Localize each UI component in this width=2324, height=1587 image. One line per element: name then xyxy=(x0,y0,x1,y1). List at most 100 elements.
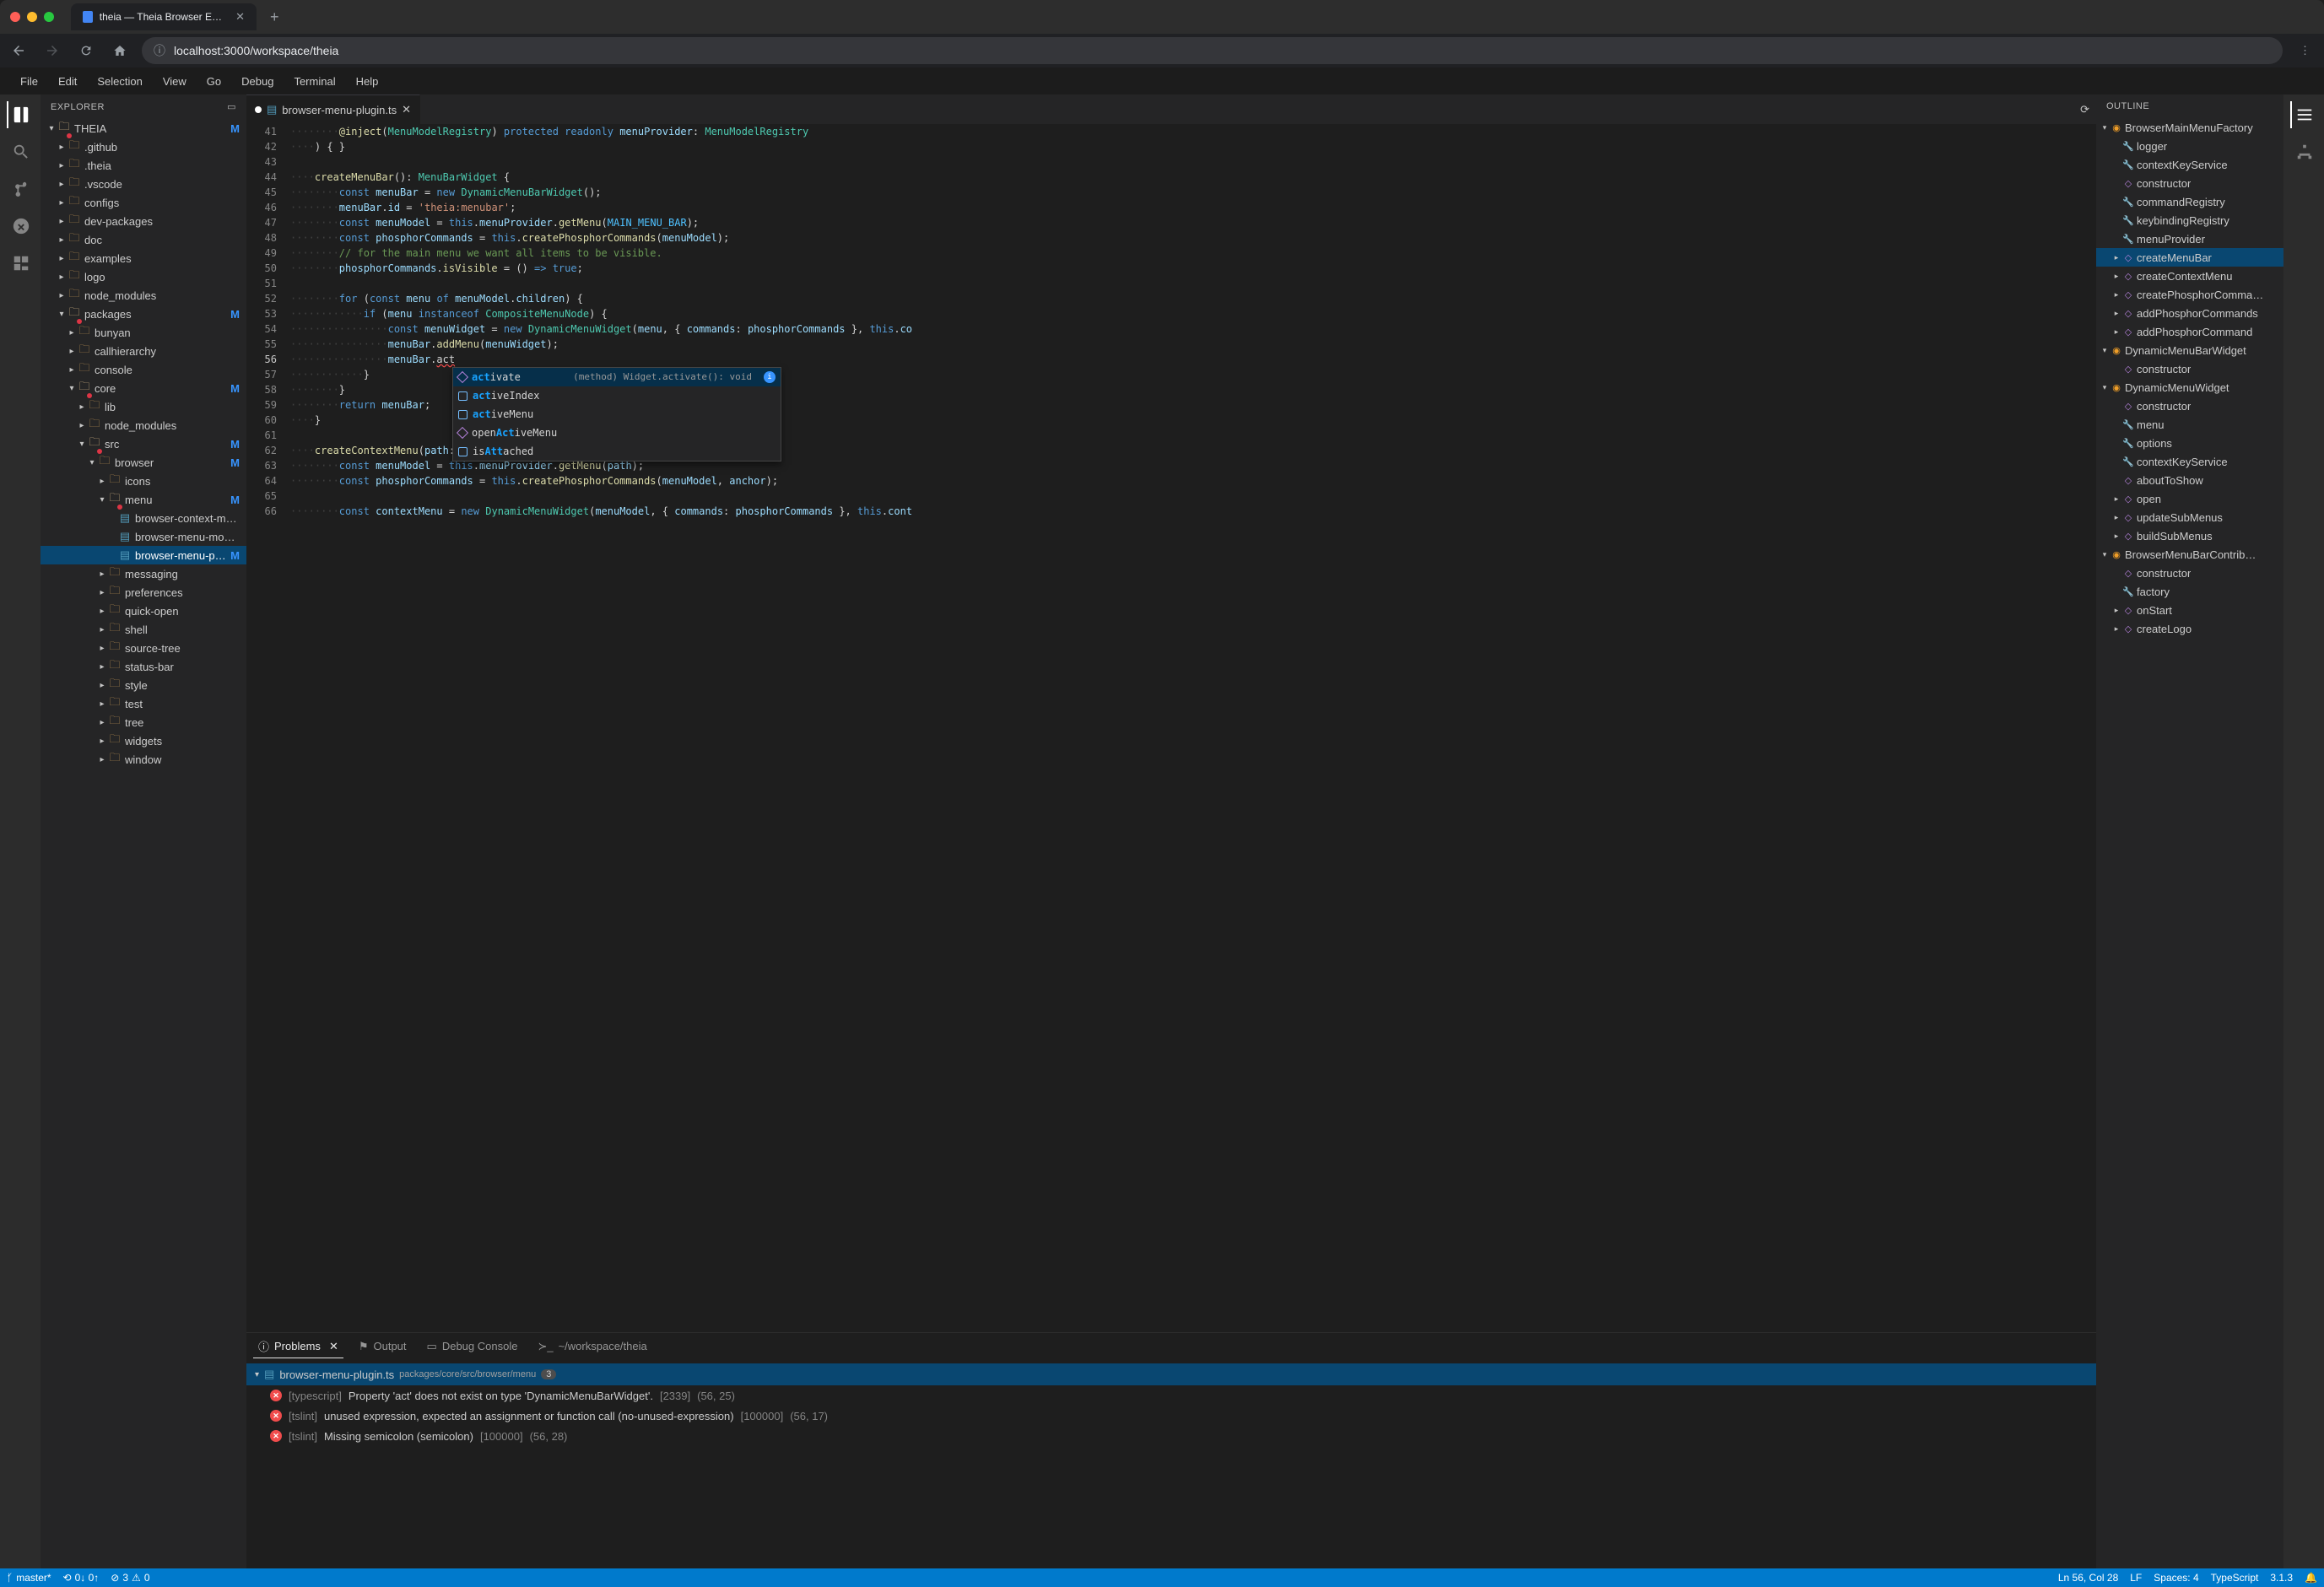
autocomplete-item[interactable]: openActiveMenu xyxy=(453,424,781,442)
editor-body[interactable]: 4142434445464748495051525354555657585960… xyxy=(246,124,2096,1332)
outline-item[interactable]: ▸◇updateSubMenus xyxy=(2096,508,2283,526)
tab-close-icon[interactable]: ✕ xyxy=(235,10,245,24)
url-input[interactable]: ⓘ localhost:3000/workspace/theia xyxy=(142,37,2283,64)
outline-item[interactable]: 🔧logger xyxy=(2096,137,2283,155)
editor-tab[interactable]: ▤ browser-menu-plugin.ts ✕ xyxy=(246,94,420,124)
tree-folder[interactable]: ▸🗀icons xyxy=(41,472,246,490)
outline-item[interactable]: ▸◇buildSubMenus xyxy=(2096,526,2283,545)
menu-view[interactable]: View xyxy=(153,70,197,93)
tree-folder[interactable]: ▸🗀dev-packages xyxy=(41,212,246,230)
menu-file[interactable]: File xyxy=(10,70,48,93)
outline-item[interactable]: 🔧contextKeyService xyxy=(2096,452,2283,471)
tree-folder[interactable]: ▸🗀callhierarchy xyxy=(41,342,246,360)
tree-folder[interactable]: ▸🗀tree xyxy=(41,713,246,731)
terminal-tab[interactable]: ≻_ ~/workspace/theia xyxy=(532,1336,651,1358)
tree-folder[interactable]: ▸🗀window xyxy=(41,750,246,769)
tree-folder[interactable]: ▸🗀shell xyxy=(41,620,246,639)
menu-edit[interactable]: Edit xyxy=(48,70,87,93)
outline-item[interactable]: ▸◇createLogo xyxy=(2096,619,2283,638)
extensions-icon[interactable] xyxy=(7,250,34,277)
hierarchy-icon[interactable] xyxy=(2290,138,2317,165)
outline-item[interactable]: ▸◇onStart xyxy=(2096,601,2283,619)
version[interactable]: 3.1.3 xyxy=(2270,1572,2293,1584)
outline-item[interactable]: ◇constructor xyxy=(2096,174,2283,192)
tree-folder[interactable]: ▸🗀widgets xyxy=(41,731,246,750)
debug-console-tab[interactable]: ▭ Debug Console xyxy=(422,1336,523,1358)
forward-button[interactable] xyxy=(41,39,64,62)
window-minimize-icon[interactable] xyxy=(27,12,37,22)
tree-folder[interactable]: ▸🗀examples xyxy=(41,249,246,267)
debug-icon[interactable] xyxy=(7,213,34,240)
reload-button[interactable] xyxy=(74,39,98,62)
window-maximize-icon[interactable] xyxy=(44,12,54,22)
outline-item[interactable]: ▾◉DynamicMenuWidget xyxy=(2096,378,2283,397)
autocomplete-item[interactable]: activate(method) Widget.activate(): void… xyxy=(453,368,781,386)
tree-folder[interactable]: ▾🗀packagesM xyxy=(41,305,246,323)
tree-folder[interactable]: ▾🗀srcM xyxy=(41,435,246,453)
tree-folder[interactable]: ▸🗀.theia xyxy=(41,156,246,175)
outline-item[interactable]: ▸◇createPhosphorComma… xyxy=(2096,285,2283,304)
autocomplete-item[interactable]: activeIndex xyxy=(453,386,781,405)
tree-folder[interactable]: ▸🗀.github xyxy=(41,138,246,156)
search-icon[interactable] xyxy=(7,138,34,165)
problem-item[interactable]: ✕[tslint]unused expression, expected an … xyxy=(246,1406,2096,1426)
autocomplete-item[interactable]: isAttached xyxy=(453,442,781,461)
indentation[interactable]: Spaces: 4 xyxy=(2154,1572,2198,1584)
problems-tab[interactable]: ⓘ Problems ✕ xyxy=(253,1335,343,1358)
menu-debug[interactable]: Debug xyxy=(231,70,284,93)
close-icon[interactable]: ✕ xyxy=(329,1340,338,1353)
tree-folder[interactable]: ▸🗀configs xyxy=(41,193,246,212)
outline-item[interactable]: ◇constructor xyxy=(2096,564,2283,582)
outline-item[interactable]: ▸◇addPhosphorCommand xyxy=(2096,322,2283,341)
tree-root[interactable]: ▾ 🗀 THEIA M xyxy=(41,119,246,138)
outline-item[interactable]: 🔧contextKeyService xyxy=(2096,155,2283,174)
tree-folder[interactable]: ▸🗀.vscode xyxy=(41,175,246,193)
outline-item[interactable]: ▸◇open xyxy=(2096,489,2283,508)
collapse-all-icon[interactable]: ▭ xyxy=(227,101,236,112)
errors-count[interactable]: ⊘ 3 ⚠ 0 xyxy=(111,1572,149,1584)
tree-folder[interactable]: ▸🗀node_modules xyxy=(41,416,246,435)
sync-icon[interactable]: ⟳ xyxy=(2080,103,2089,116)
menu-selection[interactable]: Selection xyxy=(87,70,152,93)
problem-item[interactable]: ✕[typescript]Property 'act' does not exi… xyxy=(246,1385,2096,1406)
language-mode[interactable]: TypeScript xyxy=(2211,1572,2259,1584)
outline-item[interactable]: 🔧menuProvider xyxy=(2096,229,2283,248)
site-info-icon[interactable]: ⓘ xyxy=(154,42,165,59)
outline-item[interactable]: ◇constructor xyxy=(2096,359,2283,378)
browser-tab[interactable]: theia — Theia Browser Exampl… ✕ xyxy=(71,3,257,30)
notifications-icon[interactable]: 🔔 xyxy=(2305,1572,2317,1584)
outline-item[interactable]: ▾◉BrowserMainMenuFactory xyxy=(2096,118,2283,137)
back-button[interactable] xyxy=(7,39,30,62)
tree-folder[interactable]: ▸🗀quick-open xyxy=(41,602,246,620)
menu-help[interactable]: Help xyxy=(346,70,389,93)
tree-folder[interactable]: ▸🗀status-bar xyxy=(41,657,246,676)
tree-folder[interactable]: ▸🗀lib xyxy=(41,397,246,416)
cursor-position[interactable]: Ln 56, Col 28 xyxy=(2058,1572,2118,1584)
problem-item[interactable]: ✕[tslint]Missing semicolon (semicolon)[1… xyxy=(246,1426,2096,1446)
tree-folder[interactable]: ▸🗀console xyxy=(41,360,246,379)
browser-menu-button[interactable]: ⋮ xyxy=(2293,44,2317,57)
outline-item[interactable]: 🔧commandRegistry xyxy=(2096,192,2283,211)
tree-file[interactable]: ▤browser-menu-module.ts xyxy=(41,527,246,546)
tree-file[interactable]: ▤browser-menu-plugin.tsM xyxy=(41,546,246,564)
tree-file[interactable]: ▤browser-context-menu-r… xyxy=(41,509,246,527)
tree-folder[interactable]: ▸🗀node_modules xyxy=(41,286,246,305)
eol-indicator[interactable]: LF xyxy=(2130,1572,2142,1584)
menu-go[interactable]: Go xyxy=(197,70,231,93)
tree-folder[interactable]: ▸🗀logo xyxy=(41,267,246,286)
window-close-icon[interactable] xyxy=(10,12,20,22)
git-sync[interactable]: ⟲ 0↓ 0↑ xyxy=(63,1572,100,1584)
tree-folder[interactable]: ▸🗀test xyxy=(41,694,246,713)
menu-terminal[interactable]: Terminal xyxy=(284,70,345,93)
tree-folder[interactable]: ▸🗀bunyan xyxy=(41,323,246,342)
outline-item[interactable]: ▸◇addPhosphorCommands xyxy=(2096,304,2283,322)
outline-item[interactable]: ◇constructor xyxy=(2096,397,2283,415)
info-icon[interactable]: i xyxy=(764,371,776,383)
problem-file-header[interactable]: ▾▤browser-menu-plugin.ts packages/core/s… xyxy=(246,1363,2096,1385)
git-branch[interactable]: ᚶ master* xyxy=(7,1572,51,1584)
new-tab-button[interactable]: + xyxy=(263,8,286,26)
outline-item[interactable]: ▾◉DynamicMenuBarWidget xyxy=(2096,341,2283,359)
tree-folder[interactable]: ▸🗀doc xyxy=(41,230,246,249)
tree-folder[interactable]: ▸🗀style xyxy=(41,676,246,694)
outline-item[interactable]: ▾◉BrowserMenuBarContrib… xyxy=(2096,545,2283,564)
